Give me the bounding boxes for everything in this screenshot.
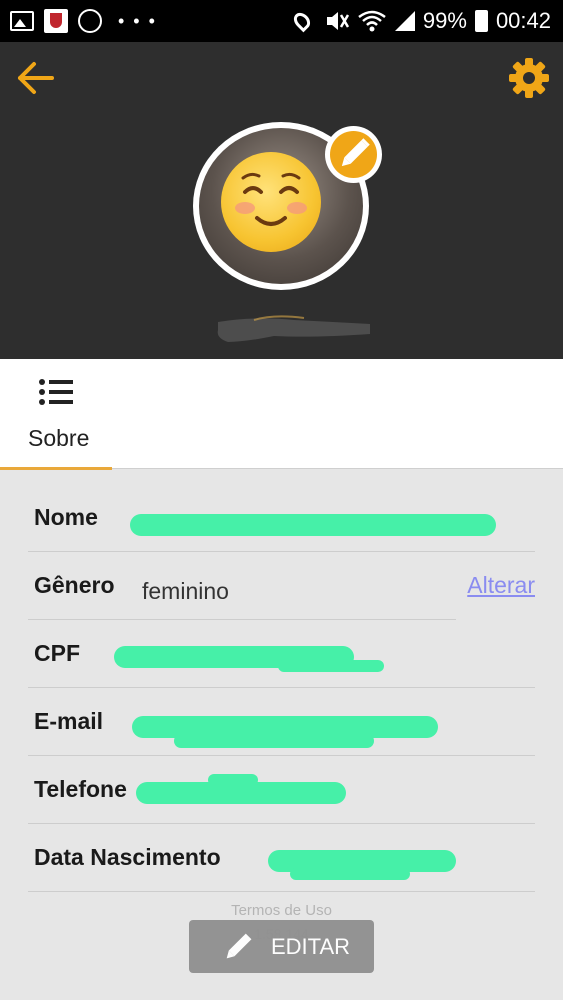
field-row-email: E-mail [28, 688, 535, 756]
pencil-icon [226, 933, 252, 959]
status-bar: • • • 99% 00:42 [0, 0, 563, 42]
status-bar-right: 99% 00:42 [290, 8, 551, 34]
redacted-value [130, 514, 496, 536]
field-row-telefone: Telefone [28, 756, 535, 824]
redacted-value [174, 734, 374, 748]
list-icon [39, 379, 73, 405]
active-tab-indicator [0, 467, 112, 470]
field-label-nome: Nome [34, 504, 98, 530]
field-label-genero: Gênero [34, 572, 115, 598]
whatsapp-icon [78, 9, 102, 33]
clock: 00:42 [495, 8, 551, 33]
edit-photo-badge [330, 131, 377, 178]
tab-sobre-label: Sobre [28, 425, 90, 451]
field-value-genero: feminino [142, 578, 229, 604]
field-label-cpf: CPF [34, 640, 80, 666]
profile-header [0, 42, 563, 359]
battery-icon [474, 10, 488, 32]
user-name-redacted [217, 315, 370, 342]
tab-bar: Sobre [0, 359, 563, 470]
edit-photo-button[interactable] [325, 126, 382, 183]
location-icon [290, 9, 314, 33]
signal-icon [394, 11, 415, 31]
tab-sobre[interactable]: Sobre [0, 359, 112, 470]
wifi-icon [358, 10, 386, 32]
back-button[interactable] [14, 58, 58, 98]
field-row-genero: Gênero feminino [28, 552, 456, 620]
field-row-nome: Nome [28, 484, 535, 552]
battery-percentage: 99% [422, 8, 467, 33]
more-dots-icon: • • • [118, 10, 157, 31]
arrow-left-icon [18, 62, 54, 94]
edit-button-label: EDITAR [271, 934, 351, 959]
field-label-email: E-mail [34, 708, 104, 734]
edit-button[interactable]: EDITAR [189, 920, 374, 973]
redacted-value [278, 660, 384, 672]
redacted-value [290, 868, 410, 880]
field-label-data-nascimento: Data Nascimento [34, 844, 221, 870]
shield-app-icon [44, 9, 68, 33]
settings-button[interactable] [507, 56, 551, 100]
field-label-telefone: Telefone [34, 776, 127, 802]
smiling-face-emoji-icon [221, 152, 321, 252]
gallery-icon [10, 11, 34, 31]
field-row-data-nascimento: Data Nascimento [28, 824, 535, 892]
mute-icon [326, 12, 349, 30]
pencil-icon [341, 138, 370, 167]
change-gender-link[interactable]: Alterar [467, 572, 535, 599]
field-row-cpf: CPF [28, 620, 535, 688]
terms-link[interactable]: Termos de Uso [0, 902, 563, 919]
redacted-value [208, 774, 258, 786]
status-bar-left: • • • [10, 8, 157, 34]
gear-icon [509, 58, 549, 98]
